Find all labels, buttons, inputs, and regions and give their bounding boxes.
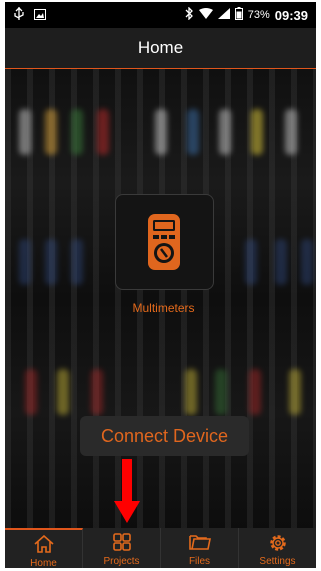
nav-projects-label: Projects (103, 556, 140, 567)
background-image (5, 369, 316, 415)
battery-percent: 73% (247, 9, 270, 21)
wifi-icon (198, 8, 213, 22)
battery-icon (234, 7, 243, 23)
gear-icon (268, 533, 288, 558)
bluetooth-icon (185, 6, 194, 23)
folder-icon (188, 533, 211, 556)
nav-home[interactable]: Home (5, 528, 83, 568)
nav-settings[interactable]: Settings (239, 528, 316, 568)
annotation-arrow (114, 459, 140, 523)
nav-files-label: Files (188, 556, 211, 567)
home-content: Multimeters Connect Device (5, 69, 316, 528)
usb-icon (14, 7, 24, 24)
background-image (5, 109, 316, 155)
status-bar: 73% 09:39 (5, 2, 316, 28)
bottom-nav: Home Projects Files Settings (5, 528, 316, 568)
device-label: Multimeters (132, 301, 195, 315)
nav-files[interactable]: Files (161, 528, 239, 568)
connect-device-button[interactable]: Connect Device (80, 416, 249, 456)
grid-icon (112, 533, 131, 556)
clock: 09:39 (274, 7, 308, 23)
app-bar: Home (5, 28, 316, 69)
phone-screen: 73% 09:39 Home Multimeters Connect Devic… (5, 2, 316, 568)
nav-projects[interactable]: Projects (83, 528, 161, 568)
page-title: Home (137, 38, 184, 57)
nav-home-label: Home (30, 558, 57, 568)
image-icon (34, 8, 46, 23)
nav-settings-label: Settings (259, 556, 296, 567)
home-icon (33, 534, 54, 558)
multimeter-icon (148, 214, 180, 270)
multimeter-tile[interactable] (115, 194, 214, 290)
signal-icon (217, 8, 230, 22)
